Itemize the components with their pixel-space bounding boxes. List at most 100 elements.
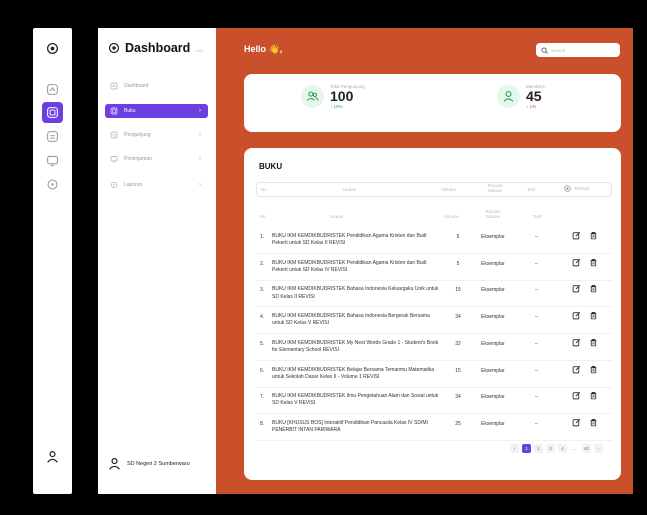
page-button[interactable]: 1 xyxy=(522,444,531,453)
report-icon xyxy=(110,181,118,189)
user-profile[interactable]: SD Negeri 2 Sumberwaru xyxy=(108,457,190,470)
header-volume: Volume xyxy=(441,187,457,192)
cell-tarif: – xyxy=(535,340,538,347)
header-uraian: Uraian xyxy=(343,187,357,192)
table-row: 8. BUKU [KHUSUS BOS] Interaktif Pendidika… xyxy=(256,415,612,441)
dashboard-icon xyxy=(110,82,118,90)
edit-icon[interactable] xyxy=(572,231,581,240)
cell-no: 8. xyxy=(260,420,265,427)
edit-icon[interactable] xyxy=(572,338,581,347)
user-name: SD Negeri 2 Sumberwaru xyxy=(127,460,190,467)
cell-satuan: Eksemplar xyxy=(481,234,505,240)
delete-icon[interactable] xyxy=(589,391,598,400)
plus-circle-icon xyxy=(564,185,571,192)
delete-icon[interactable] xyxy=(589,231,598,240)
rail-loan-icon[interactable] xyxy=(42,150,63,171)
row-actions xyxy=(572,258,598,267)
page-button[interactable]: 40 xyxy=(582,444,591,453)
column-volume: Volume xyxy=(444,214,460,219)
greeting: Hello 👋, xyxy=(244,44,283,54)
page-button[interactable]: 4 xyxy=(558,444,567,453)
cell-volume: 5 xyxy=(456,260,460,267)
edit-icon[interactable] xyxy=(572,391,581,400)
next-page-button[interactable]: › xyxy=(594,444,603,453)
delete-icon[interactable] xyxy=(589,338,598,347)
cell-uraian: BUKU [KHUSUS BOS] Interaktif Pendidikan … xyxy=(272,419,428,434)
brand[interactable]: Dashboard v.01 xyxy=(108,41,204,55)
rail-visitor-icon[interactable] xyxy=(42,126,63,147)
table-form-row: No Uraian Volume Rincian Satuan Tarif Ta… xyxy=(256,182,612,197)
rail-user-icon[interactable] xyxy=(42,446,63,467)
pagination: ‹ 1 2 3 4... 40 › xyxy=(510,444,603,453)
chevron-right-icon: › xyxy=(199,156,201,162)
icon-rail xyxy=(33,28,72,494)
page-button[interactable]: 3 xyxy=(546,444,555,453)
edit-icon[interactable] xyxy=(572,311,581,320)
main-content: Hello 👋, Search Total Pengunjung 100 ↑ 1… xyxy=(216,28,633,494)
sidebar-item-label: Laporan xyxy=(124,182,143,188)
brand-logo-icon xyxy=(108,42,120,54)
delete-icon[interactable] xyxy=(589,284,598,293)
rail-report-icon[interactable] xyxy=(42,174,63,195)
cell-uraian: BUKU IKM KEMDIKBUDRISTEK Bahasa Indonesi… xyxy=(272,313,430,327)
cell-satuan: Eksemplar xyxy=(481,367,505,374)
stat-value: 45 xyxy=(526,88,542,104)
delete-icon[interactable] xyxy=(589,418,598,427)
sidebar-item-peminjaman[interactable]: Peminjaman › xyxy=(105,152,208,166)
trend-badge: ↓ 1% xyxy=(526,103,537,109)
brand-version: v.01 xyxy=(196,48,204,53)
prev-page-button[interactable]: ‹ xyxy=(510,444,519,453)
cell-satuan: Eksemplar xyxy=(481,340,505,347)
cell-no: 5. xyxy=(260,340,265,347)
sidebar: Dashboard v.01 Dashboard Buku › Pengunju… xyxy=(98,28,216,494)
cell-tarif: – xyxy=(535,394,538,401)
cell-volume: 34 xyxy=(455,394,461,401)
book-icon xyxy=(110,107,118,115)
cell-volume: 15 xyxy=(455,367,461,374)
edit-icon[interactable] xyxy=(572,418,581,427)
page-button[interactable]: 2 xyxy=(534,444,543,453)
trend-badge: ↑ 10% xyxy=(330,103,343,109)
row-actions xyxy=(572,418,598,427)
table-row: 5. BUKU IKM KEMDIKBUDRISTEK My Next Words… xyxy=(256,335,612,361)
delete-icon[interactable] xyxy=(589,365,598,374)
row-actions xyxy=(572,391,598,400)
sidebar-item-buku[interactable]: Buku › xyxy=(105,104,208,118)
sidebar-item-label: Peminjaman xyxy=(124,156,152,162)
loan-icon xyxy=(110,155,118,163)
sidebar-item-laporan[interactable]: Laporan › xyxy=(105,178,208,192)
sidebar-item-label: Pengunjung xyxy=(124,132,151,138)
delete-icon[interactable] xyxy=(589,258,598,267)
cell-no: 2. xyxy=(260,260,265,267)
edit-icon[interactable] xyxy=(572,365,581,374)
sidebar-item-pengunjung[interactable]: Pengunjung › xyxy=(105,128,208,142)
cell-tarif: – xyxy=(535,260,538,267)
search-placeholder: Search xyxy=(551,47,566,53)
table-row: 7. BUKU IKM KEMDIKBUDRISTEK Ilmu Pengetah… xyxy=(256,388,612,415)
chevron-right-icon: › xyxy=(199,132,201,138)
cell-satuan: Eksemplar xyxy=(481,394,505,401)
search-input[interactable]: Search xyxy=(536,43,620,57)
cell-satuan: Eksemplar xyxy=(481,260,505,267)
column-no: No xyxy=(260,214,266,219)
page-button: ... xyxy=(572,446,577,451)
delete-icon[interactable] xyxy=(589,311,598,320)
stats-card: Total Pengunjung 100 ↑ 10% Members 45 ↓ … xyxy=(244,74,621,132)
brand-title: Dashboard xyxy=(125,41,191,55)
cell-tarif: – xyxy=(535,287,538,294)
edit-icon[interactable] xyxy=(572,284,581,293)
column-satuan: Rincian Satuan xyxy=(485,209,501,219)
add-button[interactable]: Tambah xyxy=(564,185,590,192)
add-label: Tambah xyxy=(574,186,591,191)
cell-volume: 32 xyxy=(455,340,461,347)
cell-tarif: – xyxy=(535,367,538,374)
cell-volume: 34 xyxy=(455,314,461,321)
sidebar-item-dashboard[interactable]: Dashboard xyxy=(105,79,208,93)
logo-icon[interactable] xyxy=(42,38,63,59)
rail-book-icon[interactable] xyxy=(42,102,63,123)
cell-uraian: BUKU IKM KEMDIKBUDRISTEK Pendidikan Agam… xyxy=(272,233,427,247)
cell-no: 7. xyxy=(260,394,265,401)
rail-dashboard-icon[interactable] xyxy=(42,79,63,100)
edit-icon[interactable] xyxy=(572,258,581,267)
cell-no: 3. xyxy=(260,287,265,294)
